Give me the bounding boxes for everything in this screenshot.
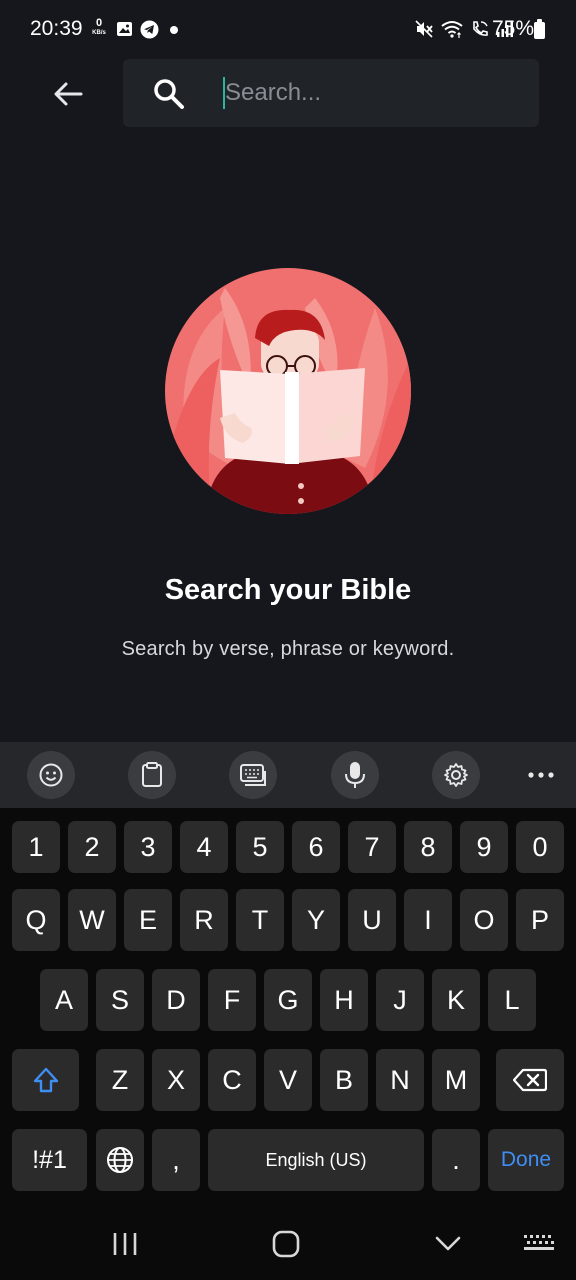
shift-arrow-icon <box>33 1067 58 1093</box>
key-r[interactable]: R <box>180 889 228 951</box>
gear-icon <box>444 763 468 787</box>
key-j[interactable]: J <box>376 969 424 1031</box>
key-x[interactable]: X <box>152 1049 200 1111</box>
key-8[interactable]: 8 <box>404 821 452 873</box>
globe-icon <box>107 1147 133 1173</box>
key-y[interactable]: Y <box>292 889 340 951</box>
key-l[interactable]: L <box>488 969 536 1031</box>
emoji-button[interactable] <box>27 751 75 799</box>
key-v[interactable]: V <box>264 1049 312 1111</box>
keyboard-toolbar <box>0 742 576 808</box>
keyboard-switch-button[interactable] <box>509 1224 569 1264</box>
home-icon <box>272 1230 300 1258</box>
key-1[interactable]: 1 <box>12 821 60 873</box>
key-o[interactable]: O <box>460 889 508 951</box>
key-6[interactable]: 6 <box>292 821 340 873</box>
keyboard: 1 2 3 4 5 6 7 8 9 0 Q W E R T Y U I O P … <box>0 808 576 1208</box>
space-key-label: English (US) <box>265 1149 367 1170</box>
key-9[interactable]: 9 <box>460 821 508 873</box>
net-speed-value: 0 <box>95 17 103 29</box>
language-key[interactable] <box>96 1129 144 1191</box>
key-2[interactable]: 2 <box>68 821 116 873</box>
key-g[interactable]: G <box>264 969 312 1031</box>
key-c[interactable]: C <box>208 1049 256 1111</box>
key-k[interactable]: K <box>432 969 480 1031</box>
keyboard-settings-button[interactable] <box>432 751 480 799</box>
recent-apps-button[interactable] <box>95 1224 155 1264</box>
empty-state-subtitle: Search by verse, phrase or keyword. <box>121 638 455 660</box>
gallery-icon <box>116 21 133 42</box>
key-b[interactable]: B <box>320 1049 368 1111</box>
mute-icon <box>414 19 434 44</box>
keyboard-mode-button[interactable] <box>229 751 277 799</box>
key-i[interactable]: I <box>404 889 452 951</box>
microphone-icon <box>345 762 365 788</box>
symbols-key-label: !#1 <box>32 1145 67 1174</box>
text-caret <box>223 77 225 109</box>
telegram-icon <box>140 20 159 44</box>
key-5[interactable]: 5 <box>236 821 284 873</box>
key-h[interactable]: H <box>320 969 368 1031</box>
battery-icon <box>534 19 545 39</box>
key-4[interactable]: 4 <box>180 821 228 873</box>
search-input[interactable] <box>223 73 525 113</box>
status-time: 20:39 <box>30 17 83 40</box>
key-t[interactable]: T <box>236 889 284 951</box>
key-q[interactable]: Q <box>12 889 60 951</box>
recent-apps-icon <box>113 1233 137 1255</box>
wifi-icon <box>440 19 464 44</box>
keyboard-icon <box>240 764 266 786</box>
done-key[interactable]: Done <box>488 1129 564 1191</box>
hide-keyboard-button[interactable] <box>418 1224 478 1264</box>
voice-input-button[interactable] <box>331 751 379 799</box>
shift-key[interactable] <box>12 1049 79 1111</box>
status-bar: 20:39 0 KB/s 75% <box>0 0 576 60</box>
arrow-back-icon <box>54 82 83 106</box>
keyboard-small-icon <box>524 1235 554 1250</box>
key-0[interactable]: 0 <box>516 821 564 873</box>
comma-key[interactable]: , <box>152 1129 200 1191</box>
more-horizontal-icon <box>528 772 554 778</box>
search-icon <box>153 78 185 115</box>
more-options-button[interactable] <box>517 751 565 799</box>
symbols-key[interactable]: !#1 <box>12 1129 87 1191</box>
key-z[interactable]: Z <box>96 1049 144 1111</box>
net-speed-unit: KB/s <box>92 30 106 36</box>
key-a[interactable]: A <box>40 969 88 1031</box>
key-w[interactable]: W <box>68 889 116 951</box>
search-bar[interactable] <box>123 59 539 127</box>
smiley-icon <box>39 763 63 787</box>
key-n[interactable]: N <box>376 1049 424 1111</box>
battery-percent: 75% <box>492 17 535 40</box>
space-key[interactable]: English (US) <box>208 1129 424 1191</box>
key-f[interactable]: F <box>208 969 256 1031</box>
net-speed-indicator: 0 KB/s <box>89 18 109 37</box>
key-p[interactable]: P <box>516 889 564 951</box>
wifi-call-icon <box>470 19 490 44</box>
key-7[interactable]: 7 <box>348 821 396 873</box>
back-button[interactable] <box>46 72 90 116</box>
done-key-label: Done <box>500 1148 552 1171</box>
key-m[interactable]: M <box>432 1049 480 1111</box>
clipboard-icon <box>142 762 162 787</box>
system-navigation-bar <box>0 1208 576 1280</box>
period-key[interactable]: . <box>432 1129 480 1191</box>
reading-person-illustration <box>165 268 411 514</box>
clipboard-button[interactable] <box>128 751 176 799</box>
key-u[interactable]: U <box>348 889 396 951</box>
key-d[interactable]: D <box>152 969 200 1031</box>
backspace-key[interactable] <box>496 1049 564 1111</box>
backspace-icon <box>513 1068 547 1092</box>
empty-state-title: Search your Bible <box>164 574 412 606</box>
home-button[interactable] <box>256 1224 316 1264</box>
chevron-down-icon <box>435 1236 461 1251</box>
key-s[interactable]: S <box>96 969 144 1031</box>
notification-dot <box>170 26 178 34</box>
key-e[interactable]: E <box>124 889 172 951</box>
key-3[interactable]: 3 <box>124 821 172 873</box>
